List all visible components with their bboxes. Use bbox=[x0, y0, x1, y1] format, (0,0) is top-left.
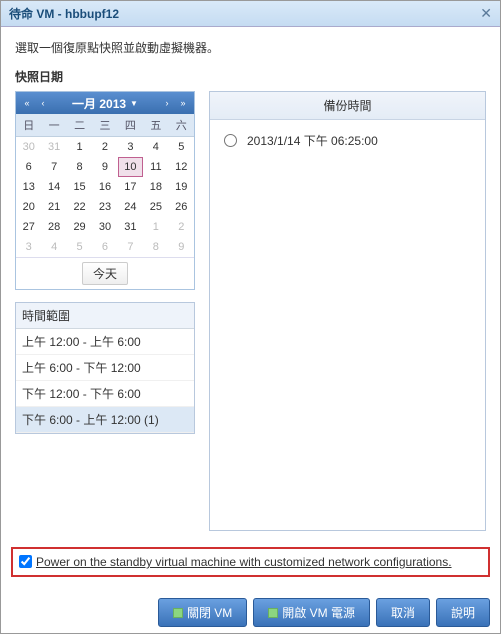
highlight-annotation: Power on the standby virtual machine wit… bbox=[11, 547, 490, 577]
calendar-day-cell[interactable]: 17 bbox=[118, 177, 143, 197]
calendar-day-cell[interactable]: 9 bbox=[169, 237, 194, 257]
time-range-item[interactable]: 下午 6:00 - 上午 12:00 (1) bbox=[16, 407, 194, 433]
content-area: 選取一個復原點快照並啟動虛擬機器。 快照日期 « ‹ 一月 2013 ▼ bbox=[1, 27, 500, 543]
calendar-day-cell[interactable]: 3 bbox=[16, 237, 41, 257]
calendar-day-cell[interactable]: 12 bbox=[169, 157, 194, 177]
backup-list: 2013/1/14 下午 06:25:00 bbox=[210, 120, 485, 161]
calendar-footer: 今天 bbox=[16, 257, 194, 289]
time-range-header: 時間範圍 bbox=[16, 303, 194, 329]
calendar-day-cell[interactable]: 3 bbox=[118, 137, 143, 157]
calendar-day-cell[interactable]: 5 bbox=[67, 237, 92, 257]
calendar-day-cell[interactable]: 31 bbox=[118, 217, 143, 237]
today-button[interactable]: 今天 bbox=[82, 262, 128, 285]
close-icon[interactable]: ✕ bbox=[480, 5, 492, 22]
calendar-day-cell[interactable]: 5 bbox=[169, 137, 194, 157]
next-year-icon[interactable]: » bbox=[176, 96, 190, 110]
shutdown-vm-button[interactable]: 關閉 VM bbox=[158, 598, 247, 627]
calendar-day-cell[interactable]: 23 bbox=[92, 197, 117, 217]
vm-icon bbox=[173, 608, 183, 618]
calendar-days-grid: 3031123456789101112131415161718192021222… bbox=[16, 137, 194, 257]
calendar-day-cell[interactable]: 21 bbox=[41, 197, 66, 217]
dialog-title: 待命 VM - hbbupf12 bbox=[9, 5, 119, 22]
calendar-month-button[interactable]: 一月 2013 ▼ bbox=[72, 95, 138, 112]
button-bar: 關閉 VM 開啟 VM 電源 取消 說明 bbox=[158, 598, 490, 627]
time-range-item[interactable]: 上午 12:00 - 上午 6:00 bbox=[16, 329, 194, 355]
calendar-day-cell[interactable]: 28 bbox=[41, 217, 66, 237]
calendar-day-cell[interactable]: 27 bbox=[16, 217, 41, 237]
time-range-list: 上午 12:00 - 上午 6:00上午 6:00 - 下午 12:00下午 1… bbox=[16, 329, 194, 433]
calendar-day-cell[interactable]: 29 bbox=[67, 217, 92, 237]
dialog-window: 待命 VM - hbbupf12 ✕ 選取一個復原點快照並啟動虛擬機器。 快照日… bbox=[0, 0, 501, 634]
titlebar: 待命 VM - hbbupf12 ✕ bbox=[1, 1, 500, 27]
prev-year-icon[interactable]: « bbox=[20, 96, 34, 110]
calendar-day-cell[interactable]: 15 bbox=[67, 177, 92, 197]
calendar-day-cell[interactable]: 13 bbox=[16, 177, 41, 197]
calendar-dow-cell: 六 bbox=[169, 114, 194, 136]
calendar-day-cell[interactable]: 30 bbox=[16, 137, 41, 157]
power-options-label[interactable]: Power on the standby virtual machine wit… bbox=[36, 555, 452, 569]
cancel-button[interactable]: 取消 bbox=[376, 598, 430, 627]
time-range-item[interactable]: 下午 12:00 - 下午 6:00 bbox=[16, 381, 194, 407]
calendar-day-cell[interactable]: 25 bbox=[143, 197, 168, 217]
calendar-day-cell[interactable]: 7 bbox=[41, 157, 66, 177]
calendar-dow-cell: 二 bbox=[67, 114, 92, 136]
vm-icon bbox=[268, 608, 278, 618]
calendar-dow-cell: 日 bbox=[16, 114, 41, 136]
prev-month-icon[interactable]: ‹ bbox=[36, 96, 50, 110]
calendar-day-cell[interactable]: 4 bbox=[143, 137, 168, 157]
backup-radio[interactable] bbox=[224, 134, 237, 147]
calendar-day-cell[interactable]: 18 bbox=[143, 177, 168, 197]
calendar-day-cell[interactable]: 8 bbox=[143, 237, 168, 257]
calendar-day-cell[interactable]: 14 bbox=[41, 177, 66, 197]
help-button[interactable]: 說明 bbox=[436, 598, 490, 627]
calendar-day-cell[interactable]: 2 bbox=[169, 217, 194, 237]
calendar-header: « ‹ 一月 2013 ▼ › » bbox=[16, 92, 194, 114]
backup-row[interactable]: 2013/1/14 下午 06:25:00 bbox=[218, 128, 477, 153]
time-range-panel: 時間範圍 上午 12:00 - 上午 6:00上午 6:00 - 下午 12:0… bbox=[15, 302, 195, 434]
snapshot-date-label: 快照日期 bbox=[15, 68, 486, 85]
calendar-day-cell[interactable]: 11 bbox=[143, 157, 168, 177]
backup-panel: 備份時間 2013/1/14 下午 06:25:00 bbox=[209, 91, 486, 531]
calendar-month-label: 一月 2013 bbox=[72, 95, 126, 112]
power-options-checkbox[interactable] bbox=[19, 555, 32, 568]
calendar-day-cell[interactable]: 6 bbox=[92, 237, 117, 257]
calendar-day-cell[interactable]: 6 bbox=[16, 157, 41, 177]
calendar-dow-cell: 一 bbox=[41, 114, 66, 136]
calendar-day-cell[interactable]: 26 bbox=[169, 197, 194, 217]
calendar: « ‹ 一月 2013 ▼ › » 日一二三四五六 30311234 bbox=[15, 91, 195, 290]
calendar-day-cell[interactable]: 8 bbox=[67, 157, 92, 177]
calendar-day-cell[interactable]: 19 bbox=[169, 177, 194, 197]
calendar-day-cell[interactable]: 20 bbox=[16, 197, 41, 217]
calendar-dow-cell: 四 bbox=[118, 114, 143, 136]
calendar-day-cell[interactable]: 4 bbox=[41, 237, 66, 257]
calendar-day-cell[interactable]: 31 bbox=[41, 137, 66, 157]
dropdown-icon: ▼ bbox=[130, 99, 138, 108]
calendar-dow-row: 日一二三四五六 bbox=[16, 114, 194, 137]
calendar-day-cell[interactable]: 16 bbox=[92, 177, 117, 197]
next-month-icon[interactable]: › bbox=[160, 96, 174, 110]
calendar-day-cell[interactable]: 10 bbox=[118, 157, 143, 177]
calendar-day-cell[interactable]: 7 bbox=[118, 237, 143, 257]
calendar-dow-cell: 五 bbox=[143, 114, 168, 136]
poweron-vm-button[interactable]: 開啟 VM 電源 bbox=[253, 598, 370, 627]
time-range-item[interactable]: 上午 6:00 - 下午 12:00 bbox=[16, 355, 194, 381]
backup-time-text: 2013/1/14 下午 06:25:00 bbox=[247, 132, 378, 149]
calendar-day-cell[interactable]: 30 bbox=[92, 217, 117, 237]
calendar-day-cell[interactable]: 9 bbox=[92, 157, 117, 177]
calendar-dow-cell: 三 bbox=[92, 114, 117, 136]
calendar-day-cell[interactable]: 2 bbox=[92, 137, 117, 157]
instruction-text: 選取一個復原點快照並啟動虛擬機器。 bbox=[15, 39, 486, 56]
calendar-day-cell[interactable]: 22 bbox=[67, 197, 92, 217]
calendar-day-cell[interactable]: 24 bbox=[118, 197, 143, 217]
backup-header: 備份時間 bbox=[210, 92, 485, 120]
calendar-day-cell[interactable]: 1 bbox=[67, 137, 92, 157]
calendar-day-cell[interactable]: 1 bbox=[143, 217, 168, 237]
